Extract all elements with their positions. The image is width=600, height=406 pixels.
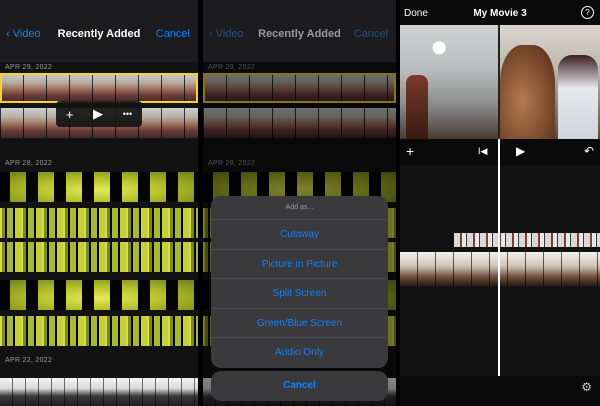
add-media-icon[interactable]: +	[406, 143, 414, 159]
option-split-screen[interactable]: Split Screen	[211, 279, 388, 309]
play-icon[interactable]: ▶	[516, 144, 525, 158]
video-clip[interactable]	[0, 208, 198, 238]
video-browser-panel: ‹ Video Recently Added Cancel APR 29, 20…	[0, 0, 198, 406]
movie-editor-panel: Done My Movie 3 ? + I◀ ▶ ↶ ⚙	[400, 0, 600, 406]
date-header: APR 29, 2022	[5, 64, 53, 71]
preview-figure	[558, 55, 598, 139]
preview-left-video	[400, 25, 498, 139]
preview-right-video	[500, 25, 600, 139]
add-clip-icon[interactable]: +	[66, 107, 74, 122]
playhead[interactable]	[498, 139, 500, 376]
cancel-button[interactable]: Cancel	[354, 28, 388, 40]
option-audio-only[interactable]: Audio Only	[211, 338, 388, 368]
video-clip[interactable]	[0, 242, 198, 272]
option-picture-in-picture[interactable]: Picture in Picture	[211, 250, 388, 279]
nav-bar: ‹ Video Recently Added Cancel	[0, 0, 198, 62]
option-green-blue-screen[interactable]: Green/Blue Screen	[211, 309, 388, 338]
action-sheet-cancel-button[interactable]: Cancel	[211, 371, 388, 401]
video-clip[interactable]	[0, 172, 198, 202]
main-video-clip[interactable]	[400, 252, 600, 286]
date-header: APR 28, 2022	[5, 160, 53, 167]
preview-figure	[406, 75, 428, 139]
video-clip[interactable]	[0, 378, 198, 406]
date-header: APR 22, 2022	[5, 357, 53, 364]
play-icon[interactable]: ▶	[93, 106, 103, 122]
cancel-button[interactable]: Cancel	[156, 28, 190, 40]
settings-icon[interactable]: ⚙	[581, 380, 592, 394]
help-icon[interactable]: ?	[581, 6, 594, 19]
video-clip[interactable]	[0, 316, 198, 346]
overlay-video-clip[interactable]	[454, 233, 600, 247]
clip-action-toolbar: + ▶ •••	[56, 101, 142, 127]
action-sheet-title: Add as...	[211, 196, 388, 220]
add-as-panel: ‹ Video Recently Added Cancel APR 29, 20…	[203, 0, 396, 406]
editor-bottom-bar: ⚙	[400, 376, 600, 406]
skip-to-start-icon[interactable]: I◀	[478, 146, 487, 157]
nav-bar: ‹ Video Recently Added Cancel	[203, 0, 396, 62]
preview-figure	[500, 45, 555, 139]
editor-toolbar: + I◀ ▶ ↶	[400, 139, 600, 165]
video-clip[interactable]	[0, 280, 198, 310]
video-clip-selected[interactable]	[0, 73, 198, 103]
option-cutaway[interactable]: Cutaway	[211, 220, 388, 250]
editor-top-bar: Done My Movie 3 ?	[400, 0, 600, 25]
undo-icon[interactable]: ↶	[584, 144, 594, 158]
split-screen-preview	[400, 25, 600, 139]
add-as-action-sheet: Add as... Cutaway Picture in Picture Spl…	[211, 196, 388, 368]
more-options-icon[interactable]: •••	[123, 109, 132, 119]
project-title: My Movie 3	[473, 8, 527, 19]
